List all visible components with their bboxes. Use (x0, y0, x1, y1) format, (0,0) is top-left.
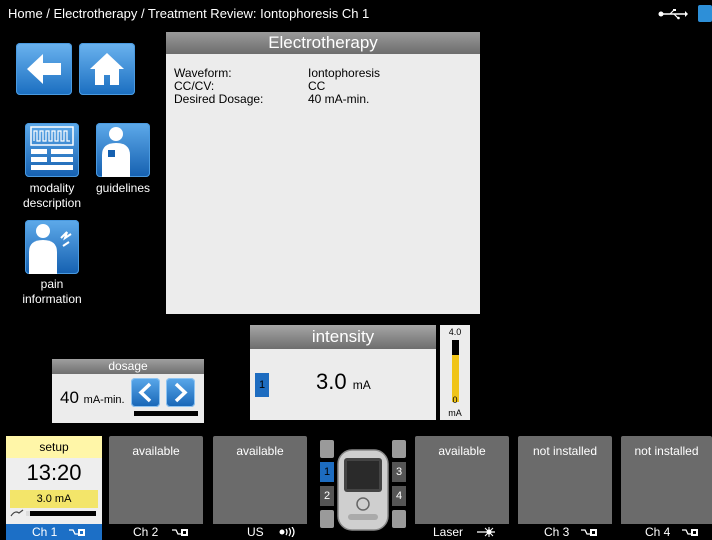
electrode-icon (172, 529, 188, 536)
breadcrumb: Home / Electrotherapy / Treatment Review… (8, 6, 370, 21)
waveform-icon (30, 126, 74, 170)
electrode-stack-icon (392, 440, 406, 458)
cc-cv-label: CC/CV: (174, 79, 215, 93)
gauge-min-label: 0 (452, 395, 458, 405)
laser-icon (477, 527, 495, 537)
channel-3-label: Ch 3 (544, 525, 570, 539)
gauge-unit-label: mA (448, 408, 462, 418)
channel-4-status: not installed (634, 444, 699, 458)
guidelines-button[interactable] (96, 123, 150, 177)
channel-badge: 1 (255, 373, 269, 397)
device-image: 1 2 3 4 (318, 436, 408, 540)
channel-4-footer: Ch 4 (621, 524, 712, 540)
device-slot-1[interactable]: 1 (320, 462, 334, 482)
channel-3-panel[interactable]: not installed Ch 3 (518, 436, 612, 540)
home-button[interactable] (79, 43, 135, 95)
laser-port-icon (392, 510, 406, 528)
device-icon (337, 449, 389, 531)
channel-1-status: setup (6, 436, 102, 458)
laser-label: Laser (433, 525, 464, 539)
dosage-decrease-button[interactable] (131, 378, 160, 407)
body-pain-icon (29, 224, 72, 274)
channel-2-label: Ch 2 (133, 525, 159, 539)
modality-description-label: modality description (22, 181, 82, 210)
intensity-gauge: 4.0 0 mA (440, 325, 470, 420)
channel-3-footer: Ch 3 (518, 524, 612, 540)
guidelines-label: guidelines (95, 181, 151, 195)
usb-icon (658, 9, 688, 20)
waveform-value: Iontophoresis (308, 66, 381, 80)
dosage-panel: dosage 40 mA-min. (52, 359, 204, 423)
channel-1-progress (26, 511, 96, 516)
laser-status: available (438, 444, 486, 458)
channel-1-label: Ch 1 (32, 525, 58, 539)
top-bar: Home / Electrotherapy / Treatment Review… (0, 0, 712, 28)
desired-dosage-label: Desired Dosage: (174, 92, 264, 106)
chevron-right-icon (174, 382, 188, 403)
dosage-bar (134, 411, 198, 416)
laser-port-icon (320, 510, 334, 528)
device-slot-2[interactable]: 2 (320, 486, 334, 506)
arrow-left-icon (27, 54, 61, 84)
house-icon (90, 53, 124, 85)
dosage-title: dosage (52, 359, 204, 374)
back-button[interactable] (16, 43, 72, 95)
modality-description-button[interactable] (25, 123, 79, 177)
electrode-icon (581, 529, 597, 536)
cc-cv-value: CC (308, 79, 326, 93)
laser-panel[interactable]: available Laser (415, 436, 509, 540)
ultrasound-label: US (247, 525, 264, 539)
battery-icon (698, 5, 712, 22)
channel-2-panel[interactable]: available Ch 2 (109, 436, 203, 540)
waveform-label: Waveform: (174, 66, 232, 80)
intensity-panel[interactable]: intensity 1 3.0 mA (250, 325, 436, 420)
electrode-stack-icon (320, 440, 334, 458)
device-slot-3[interactable]: 3 (392, 462, 406, 482)
pain-information-button[interactable] (25, 220, 79, 274)
ultrasound-icon (279, 527, 295, 537)
channel-1-panel[interactable]: setup 13:20 3.0 mA Ch 1 (6, 436, 102, 540)
channel-3-status: not installed (532, 444, 598, 458)
chevron-left-icon (138, 382, 152, 403)
ultrasound-footer: US (213, 524, 307, 540)
channel-1-footer: Ch 1 (6, 524, 102, 540)
ultrasound-panel[interactable]: available US (213, 436, 307, 540)
electrotherapy-panel: Electrotherapy Waveform: Iontophoresis C… (166, 32, 480, 314)
intensity-title: intensity (250, 325, 436, 349)
intensity-value: 3.0 mA (316, 369, 371, 394)
dosage-increase-button[interactable] (166, 378, 195, 407)
electrode-icon (682, 529, 698, 536)
pain-information-label: pain information (22, 277, 82, 306)
laser-footer: Laser (415, 524, 509, 540)
device-slot-4[interactable]: 4 (392, 486, 406, 506)
dosage-value: 40 mA-min. (60, 388, 125, 407)
ultrasound-status: available (236, 444, 284, 458)
channel-4-panel[interactable]: not installed Ch 4 (621, 436, 712, 540)
channel-4-label: Ch 4 (645, 525, 671, 539)
channel-1-time: 13:20 (26, 460, 82, 485)
channel-2-status: available (132, 444, 180, 458)
electrotherapy-title: Electrotherapy (166, 32, 480, 54)
desired-dosage-value: 40 mA-min. (308, 92, 370, 106)
electrode-icon (69, 529, 85, 536)
body-electrode-icon (102, 127, 130, 177)
gauge-max-label: 4.0 (448, 327, 462, 337)
channel-2-footer: Ch 2 (109, 524, 203, 540)
channel-1-current: 3.0 mA (10, 490, 98, 508)
electrode-lead-icon (10, 509, 24, 517)
